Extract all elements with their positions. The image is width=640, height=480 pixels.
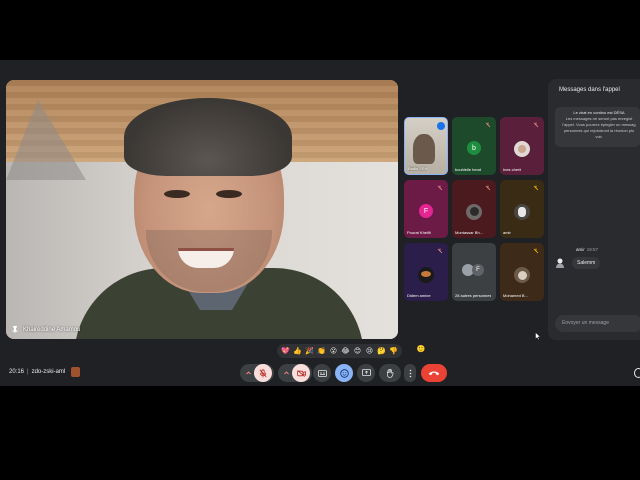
participant-photo (514, 141, 530, 157)
mic-off-icon (484, 184, 492, 192)
chat-panel: Messages dans l'appel Le chat en continu… (548, 79, 640, 340)
participant-name: amir (503, 230, 511, 235)
hang-up-icon (428, 371, 440, 376)
participant-tile-9[interactable]: Mohamed B... (500, 243, 544, 301)
reaction-heart[interactable]: 💖 (281, 347, 290, 356)
captions-icon (317, 369, 327, 377)
message-time: 19:57 (586, 247, 599, 252)
side-info-icon[interactable] (634, 368, 640, 378)
camera-off-icon (296, 369, 306, 377)
mic-options-chevron-icon[interactable] (242, 371, 254, 375)
meeting-time: 20:16 (9, 369, 25, 375)
chat-message-input[interactable]: Envoyer un message (555, 315, 640, 332)
message-author: amir (576, 247, 585, 252)
meeting-info: 20:16 | zdo-zski-aml (9, 367, 81, 377)
participant-photo (466, 204, 482, 220)
meeting-code: zdo-zski-aml (31, 369, 66, 375)
speaker-eye-right (216, 190, 242, 198)
participant-photo (418, 267, 434, 283)
chat-message-header: amir 19:57 (576, 247, 598, 252)
camera-control-group (278, 364, 312, 382)
participant-tile-5[interactable]: Montassar Bh... (452, 180, 496, 238)
meeting-separator: | (27, 369, 29, 375)
reaction-smile[interactable]: 😊 (353, 347, 362, 356)
participant-name: bouhlelle hend (455, 167, 482, 172)
top-black-bar (0, 0, 640, 60)
participant-tile-7[interactable]: Didem amine (404, 243, 448, 301)
mic-off-icon (532, 247, 540, 255)
main-speaker-video[interactable]: Khaireddine Amamou (6, 80, 398, 339)
present-screen-button[interactable] (357, 364, 375, 382)
participant-photo (514, 267, 530, 283)
mouse-cursor-icon (535, 332, 541, 340)
mic-off-icon (532, 184, 540, 192)
mic-off-icon (532, 121, 540, 129)
participant-tile-2[interactable]: b bouhlelle hend (452, 117, 496, 175)
participant-name: 28 autres personnes (455, 293, 492, 298)
participant-name: Montassar Bh... (455, 230, 484, 235)
more-options-button[interactable] (404, 364, 416, 382)
chat-title: Messages dans l'appel (559, 87, 620, 93)
meeting-stage: Khaireddine Amamou Badis SEH b bouhlelle… (0, 60, 640, 386)
reaction-surprised[interactable]: 😮 (329, 347, 338, 356)
camera-options-chevron-icon[interactable] (280, 371, 292, 375)
smiley-icon (339, 368, 349, 378)
participant-name: Pourat Khelifi (407, 230, 431, 235)
participant-silhouette (413, 134, 435, 164)
reaction-sad[interactable]: 😢 (365, 347, 374, 356)
participant-tile-3[interactable]: Ines cherif (500, 117, 544, 175)
mic-off-icon (484, 121, 492, 129)
participant-photo (514, 204, 530, 220)
reactions-bar: 💖 👍 🎉 👏 😮 😂 😊 😢 🤔 👎 (277, 344, 402, 358)
emoji-button[interactable] (335, 364, 353, 382)
chat-info-text: Les messages ne seront pas enregist l'ap… (562, 116, 636, 139)
participant-avatar: b (467, 141, 481, 155)
mic-off-icon (259, 368, 267, 377)
author-avatar-icon (556, 258, 564, 268)
reaction-thinking[interactable]: 🤔 (377, 347, 386, 356)
participant-name: Badis SEH (408, 166, 428, 171)
participant-avatar: F (419, 204, 433, 218)
mic-off-icon (436, 247, 444, 255)
participant-name: Didem amine (407, 293, 431, 298)
others-avatar-2: F (472, 264, 484, 276)
reaction-thumbs-down[interactable]: 👎 (389, 347, 398, 356)
chat-message-bubble: Salemm (572, 257, 601, 269)
reaction-more[interactable]: 🙂 (416, 345, 426, 355)
speaker-name: Khaireddine Amamou (23, 326, 81, 333)
meeting-badge-icon (71, 367, 81, 377)
speaker-name-label: Khaireddine Amamou (12, 326, 80, 333)
reaction-clap[interactable]: 👏 (317, 347, 326, 356)
captions-button[interactable] (313, 364, 331, 382)
reaction-laugh[interactable]: 😂 (341, 347, 350, 356)
mic-toggle-button[interactable] (254, 364, 272, 382)
participant-tile-1[interactable]: Badis SEH (404, 117, 448, 175)
participant-name: Ines cherif (503, 167, 522, 172)
participant-name: Mohamed B... (503, 293, 528, 298)
present-icon (361, 369, 371, 376)
mic-control-group (240, 364, 274, 382)
mic-off-icon (436, 184, 444, 192)
leave-call-button[interactable] (421, 364, 447, 382)
speaker-hair (124, 98, 292, 176)
chat-info-box: Le chat en continu est DÉSA Les messages… (555, 107, 640, 147)
speaker-eye-left (164, 190, 190, 198)
speaking-indicator-icon (437, 122, 445, 130)
participant-tile-others[interactable]: F 28 autres personnes (452, 243, 496, 301)
camera-toggle-button[interactable] (292, 364, 310, 382)
reaction-party[interactable]: 🎉 (305, 347, 314, 356)
reaction-thumbs-up[interactable]: 👍 (293, 347, 302, 356)
participant-tile-4[interactable]: F Pourat Khelifi (404, 180, 448, 238)
bottom-black-bar (0, 386, 640, 480)
participant-tile-6[interactable]: amir (500, 180, 544, 238)
pin-icon[interactable] (12, 326, 18, 333)
raise-hand-button[interactable] (379, 364, 401, 382)
hand-icon (387, 368, 394, 378)
more-vert-icon (409, 369, 411, 377)
